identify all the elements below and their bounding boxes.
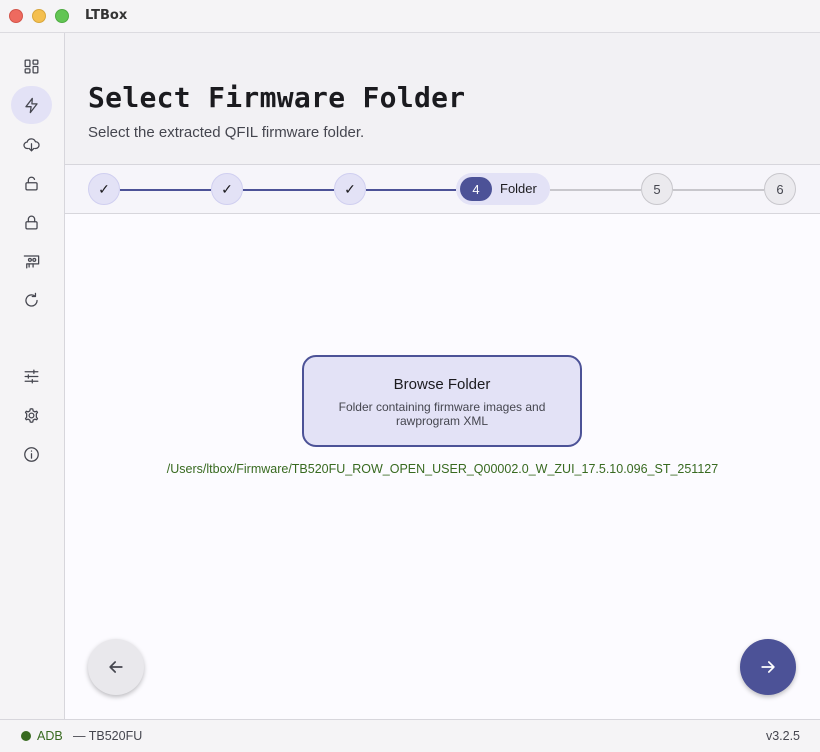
title-bar: LTBox (0, 0, 820, 33)
wizard-stepper: ✓ ✓ ✓ 4 Folder 5 6 (65, 164, 820, 214)
browse-folder-title: Browse Folder (393, 376, 491, 393)
connection-mode: ADB (37, 729, 63, 743)
page-subtitle: Select the extracted QFIL firmware folde… (88, 124, 365, 141)
step-connector (550, 189, 641, 191)
browse-folder-button[interactable]: Browse Folder Folder containing firmware… (302, 355, 582, 447)
sidebar-item-lock[interactable] (11, 203, 52, 241)
gear-icon (24, 407, 39, 423)
connection-status-dot (21, 731, 31, 741)
info-icon (24, 446, 39, 462)
step-number: 4 (460, 177, 492, 201)
sidebar-item-tweaks[interactable] (11, 357, 52, 395)
lightning-icon (25, 97, 38, 113)
refresh-icon (25, 292, 38, 307)
dashboard-icon (24, 59, 39, 73)
step-5[interactable]: 5 (641, 173, 673, 205)
app-version: v3.2.5 (765, 729, 800, 743)
sidebar-item-download[interactable] (11, 125, 52, 163)
sidebar (0, 33, 65, 719)
step-6[interactable]: 6 (764, 173, 796, 205)
step-label: Folder (500, 181, 537, 196)
browse-folder-description: Folder containing firmware images and ra… (338, 400, 546, 428)
step-connector (120, 189, 211, 191)
close-window-button[interactable] (9, 9, 23, 23)
window-title: LTBox (85, 8, 128, 23)
arrow-left-icon (109, 661, 123, 673)
maximize-window-button[interactable] (55, 9, 69, 23)
step-1[interactable]: ✓ (88, 173, 120, 205)
step-4-current[interactable]: 4 Folder (456, 173, 550, 205)
arrow-right-icon (761, 661, 775, 673)
sidebar-item-about[interactable] (11, 435, 52, 473)
step-connector (243, 189, 334, 191)
sidebar-item-unlock[interactable] (11, 164, 52, 202)
sidebar-item-device[interactable] (11, 242, 52, 280)
page-header: Select Firmware Folder Select the extrac… (65, 33, 820, 164)
device-model: — TB520FU (73, 729, 143, 743)
step-3[interactable]: ✓ (334, 173, 366, 205)
step-2[interactable]: ✓ (211, 173, 243, 205)
step-connector (366, 189, 456, 191)
sliders-icon (24, 369, 39, 383)
sidebar-item-dashboard[interactable] (11, 47, 52, 85)
step-connector (673, 189, 764, 191)
cloud-download-icon (23, 137, 40, 151)
page-title: Select Firmware Folder (88, 81, 466, 114)
sidebar-item-settings[interactable] (11, 396, 52, 434)
device-icon (23, 254, 40, 268)
back-button[interactable] (88, 639, 144, 695)
lock-icon (25, 215, 38, 229)
next-button[interactable] (740, 639, 796, 695)
unlock-icon (25, 176, 38, 190)
selected-folder-path: /Users/ltbox/Firmware/TB520FU_ROW_OPEN_U… (166, 462, 719, 476)
sidebar-item-flash[interactable] (11, 86, 52, 124)
sidebar-item-refresh[interactable] (11, 281, 52, 319)
minimize-window-button[interactable] (32, 9, 46, 23)
status-bar: ADB — TB520FU v3.2.5 (0, 719, 820, 752)
